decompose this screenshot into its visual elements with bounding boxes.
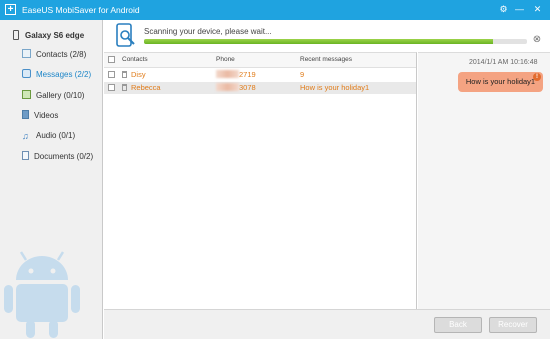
contact-name: Rebecca xyxy=(131,83,161,92)
row-checkbox[interactable] xyxy=(108,71,115,78)
audio-icon: ♫ xyxy=(22,131,29,141)
bottom-bar: Back Recover xyxy=(104,309,550,339)
messages-table: Contacts Phone Recent messages Disy 2719… xyxy=(104,52,417,309)
select-all-checkbox[interactable] xyxy=(108,56,115,63)
sidebar-item-contacts[interactable]: Contacts (2/8) xyxy=(22,48,86,62)
row-checkbox[interactable] xyxy=(108,84,115,91)
window-title: EaseUS MobiSaver for Android xyxy=(22,5,140,15)
recover-button[interactable]: Recover xyxy=(489,317,537,333)
back-button[interactable]: Back xyxy=(434,317,482,333)
message-detail-panel: 2014/1/1 AM 10:16:48 How is your holiday… xyxy=(418,52,550,309)
contacts-icon xyxy=(22,49,31,58)
message-text: How is your holiday1 xyxy=(465,77,536,86)
recent-message: How is your holiday1 xyxy=(300,83,370,92)
device-name: Galaxy S6 edge xyxy=(25,31,85,40)
stop-scan-icon[interactable]: ⊗ xyxy=(531,34,543,46)
table-row[interactable]: Rebecca 3078 How is your holiday1 xyxy=(104,82,416,94)
deleted-item-icon xyxy=(122,71,127,78)
warning-icon: ! xyxy=(533,73,541,81)
phone-number: 2719 xyxy=(216,70,256,79)
redacted-phone xyxy=(216,70,239,78)
phone-scan-icon xyxy=(116,23,135,47)
recent-message: 9 xyxy=(300,70,305,79)
message-timestamp: 2014/1/1 AM 10:16:48 xyxy=(469,59,538,66)
close-button[interactable]: ✕ xyxy=(531,3,544,16)
phone-icon xyxy=(13,30,19,40)
device-header: Galaxy S6 edge xyxy=(13,30,84,40)
contact-name: Disy xyxy=(131,70,146,79)
gallery-icon xyxy=(22,90,31,99)
title-bar: + EaseUS MobiSaver for Android ⚙ — ✕ xyxy=(0,0,550,20)
scan-progress-fill xyxy=(144,39,493,44)
sidebar-item-documents[interactable]: Documents (0/2) xyxy=(22,150,93,164)
android-robot-icon xyxy=(4,251,80,338)
minimize-button[interactable]: — xyxy=(513,3,526,16)
deleted-item-icon xyxy=(122,84,127,91)
table-row[interactable]: Disy 2719 9 xyxy=(104,69,416,81)
sidebar-item-messages[interactable]: Messages (2/2) xyxy=(22,68,91,82)
column-header-phone: Phone xyxy=(216,56,235,63)
table-header: Contacts Phone Recent messages xyxy=(104,53,416,68)
settings-icon[interactable]: ⚙ xyxy=(497,3,510,16)
app-logo-icon: + xyxy=(5,4,16,15)
sidebar-item-audio[interactable]: ♫ Audio (0/1) xyxy=(22,129,75,143)
documents-icon xyxy=(22,151,29,160)
videos-icon xyxy=(22,110,29,119)
sidebar-item-videos[interactable]: Videos xyxy=(22,109,58,123)
scan-progress-bar xyxy=(144,39,527,44)
scan-status-bar: Scanning your device, please wait... ⊗ xyxy=(104,20,550,50)
scan-status-text: Scanning your device, please wait... xyxy=(144,27,272,36)
column-header-recent-messages: Recent messages xyxy=(300,56,353,63)
messages-icon xyxy=(22,69,31,78)
app-window: + EaseUS MobiSaver for Android ⚙ — ✕ Gal… xyxy=(0,0,550,339)
redacted-phone xyxy=(216,83,239,91)
sidebar: Galaxy S6 edge Contacts (2/8) Messages (… xyxy=(0,20,103,339)
phone-number: 3078 xyxy=(216,83,256,92)
sidebar-item-gallery[interactable]: Gallery (0/10) xyxy=(22,89,84,103)
column-header-contacts: Contacts xyxy=(122,56,148,63)
message-bubble: How is your holiday1 ! xyxy=(458,72,543,92)
